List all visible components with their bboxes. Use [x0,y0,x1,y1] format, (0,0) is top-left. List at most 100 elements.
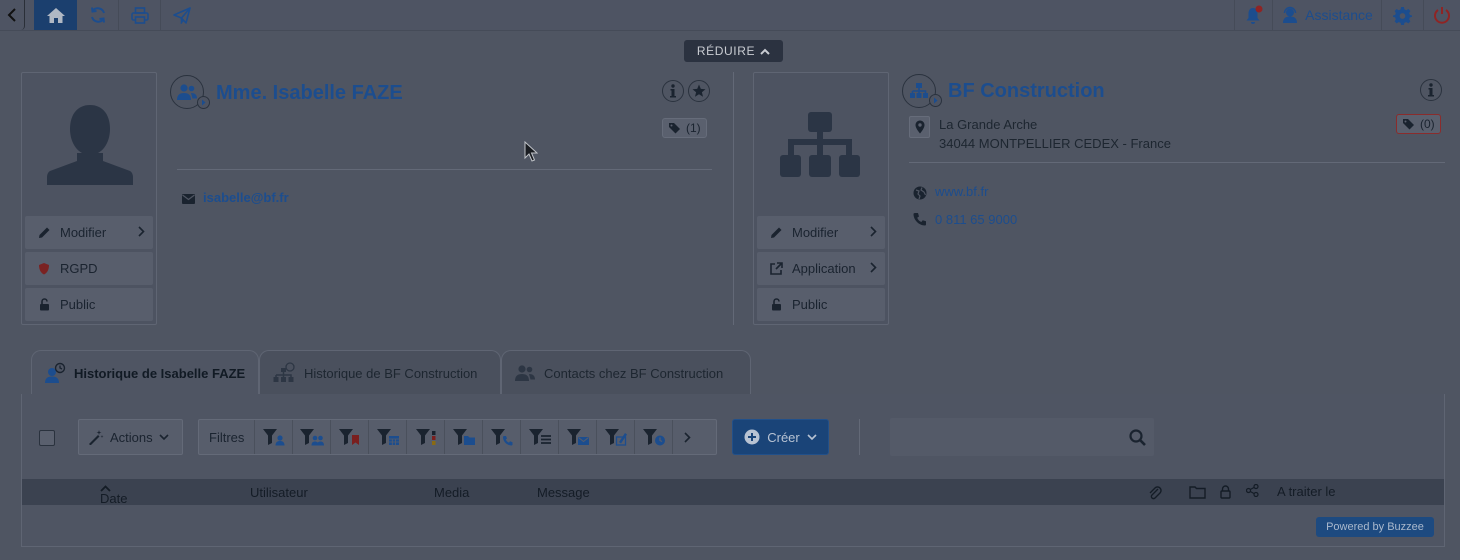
print-button[interactable] [119,0,161,30]
section-divider [733,72,734,325]
tab-company-history-label: Historique de BF Construction [304,365,478,381]
column-date-label: Date [100,491,128,506]
create-button[interactable]: Créer [732,419,829,455]
company-phone-link[interactable]: 0 811 65 9000 [935,212,1017,227]
column-message[interactable]: Message [537,485,590,500]
company-public-button[interactable]: Public [757,288,885,321]
settings-button[interactable] [1382,0,1424,30]
shield-icon [39,263,49,275]
logout-button[interactable] [1424,0,1460,30]
actions-dropdown[interactable]: Actions [78,419,183,455]
column-date[interactable]: Date [100,485,127,506]
filter-bookmark-icon [338,429,359,445]
back-button[interactable] [0,0,25,30]
company-logo-card: Modifier Application Public [753,72,889,325]
share-icon [1246,484,1259,497]
notifications-button[interactable] [1234,0,1273,30]
company-edit-label: Modifier [792,225,839,240]
reduce-button[interactable]: RÉDUIRE [684,40,783,62]
map-button[interactable] [909,116,930,138]
tags-icon [1403,119,1414,130]
company-name: BF Construction [948,80,1105,102]
company-tag-count: (0) [1420,117,1435,131]
company-edit-button[interactable]: Modifier [757,216,885,249]
pencil-icon [770,227,781,238]
company-info-button[interactable] [1420,79,1442,101]
tab-company-contacts-label: Contacts chez BF Construction [544,365,724,381]
top-toolbar: Assistance [0,0,1460,31]
contact-public-label: Public [60,297,96,312]
folder-icon [1189,486,1206,499]
filters-more-button[interactable] [672,420,702,454]
powered-by-badge[interactable]: Powered by Buzzee [1316,517,1434,537]
expand-toggle-icon[interactable] [197,96,210,109]
filter-phone-button[interactable] [482,420,520,454]
search-input[interactable] [890,418,1154,456]
refresh-icon [90,7,105,23]
mouse-cursor-icon [524,141,538,162]
company-history-icon [273,362,295,382]
company-divider [909,162,1445,163]
search-icon[interactable] [1129,429,1146,446]
globe-icon [913,186,927,200]
filter-priority-button[interactable] [406,420,444,454]
filter-group-button[interactable] [292,420,330,454]
contact-rgpd-button[interactable]: RGPD [25,252,153,285]
filter-signature-button[interactable] [596,420,634,454]
bell-icon [1246,5,1262,24]
company-public-label: Public [792,297,828,312]
company-address: La Grande Arche 34044 MONTPELLIER CEDEX … [939,115,1171,153]
company-website-link[interactable]: www.bf.fr [935,184,988,199]
filter-priority-icon [415,429,436,445]
filter-calendar-button[interactable] [368,420,406,454]
headset-icon [1283,6,1298,23]
select-all-checkbox[interactable] [39,430,55,446]
tags-icon [669,123,680,134]
back-icon [7,8,16,22]
gear-icon [1393,6,1412,25]
home-button[interactable] [34,0,77,30]
filter-list-button[interactable] [520,420,558,454]
contact-email-link[interactable]: isabelle@bf.fr [203,190,289,205]
filter-mail-button[interactable] [558,420,596,454]
plus-circle-icon [744,429,760,445]
info-icon [1428,83,1434,97]
map-marker-icon [915,120,924,134]
contact-tags-badge[interactable]: (1) [662,118,707,138]
filter-clock-button[interactable] [634,420,672,454]
column-media[interactable]: Media [434,485,469,500]
send-icon [173,6,191,24]
company-tags-badge[interactable]: (0) [1396,114,1441,134]
contact-edit-button[interactable]: Modifier [25,216,153,249]
unlock-icon [39,298,49,311]
assistance-label: Assistance [1305,7,1373,23]
send-button[interactable] [161,0,203,30]
sitemap-icon [910,83,928,98]
magic-wand-icon [89,430,104,445]
contact-info-button[interactable] [662,80,684,102]
toolbar-divider [859,419,860,455]
filter-bookmark-button[interactable] [330,420,368,454]
tab-company-history[interactable]: Historique de BF Construction [259,350,501,395]
filter-signature-icon [604,429,627,446]
power-icon [1434,7,1450,24]
contact-public-button[interactable]: Public [25,288,153,321]
tab-contact-history[interactable]: Historique de Isabelle FAZE [31,350,259,395]
filter-user-button[interactable] [254,420,292,454]
contact-favorite-button[interactable] [688,80,710,102]
chevron-right-icon [870,262,877,273]
expand-toggle-icon[interactable] [929,94,942,107]
column-user[interactable]: Utilisateur [250,485,308,500]
envelope-icon [182,194,195,204]
chevron-down-icon [807,433,817,440]
filter-folder-icon [452,429,475,445]
tab-company-contacts[interactable]: Contacts chez BF Construction [501,350,751,395]
column-due-date[interactable]: A traiter le [1277,484,1336,499]
chevron-down-icon [159,433,169,440]
refresh-button[interactable] [77,0,119,30]
address-line-2: 34044 MONTPELLIER CEDEX - France [939,136,1171,151]
reduce-label: RÉDUIRE [696,44,756,58]
company-application-button[interactable]: Application [757,252,885,285]
assistance-button[interactable]: Assistance [1273,0,1382,30]
filter-folder-button[interactable] [444,420,482,454]
